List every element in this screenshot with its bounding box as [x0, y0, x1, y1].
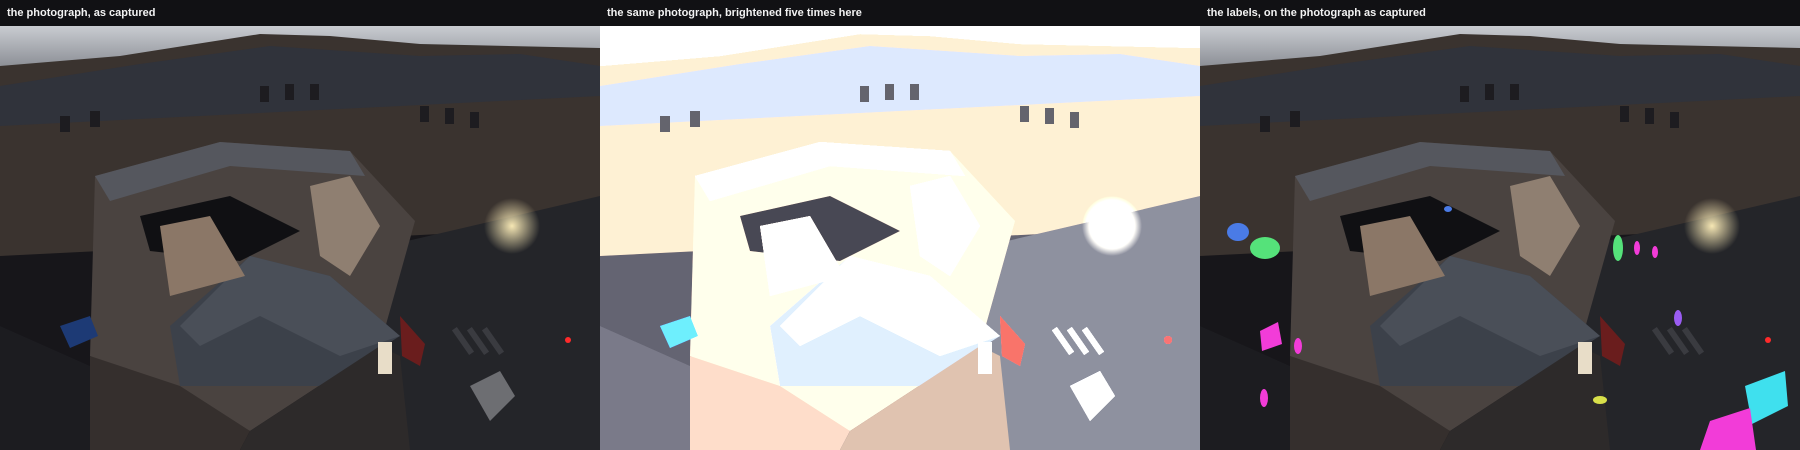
label-magenta-figure [1634, 241, 1640, 255]
city-scene [0, 26, 600, 450]
street-photograph-brightened [600, 26, 1200, 450]
panel-caption: the photograph, as captured [0, 0, 600, 26]
panel-captured: the photograph, as captured [0, 0, 600, 450]
label-blue-figure [1444, 206, 1452, 212]
label-yellow-figure [1593, 396, 1607, 404]
comparison-strip: the photograph, as captured the same pho… [0, 0, 1800, 450]
city-scene [1200, 26, 1800, 450]
panel-brightened: the same photograph, brightened five tim… [600, 0, 1200, 450]
panel-caption: the labels, on the photograph as capture… [1200, 0, 1800, 26]
city-scene [600, 26, 1200, 450]
street-photograph-labeled [1200, 26, 1800, 450]
label-magenta-figure [1652, 246, 1658, 258]
label-green-region [1250, 237, 1280, 259]
label-green-figure [1613, 235, 1623, 261]
label-magenta-figure [1294, 338, 1302, 354]
panel-caption: the same photograph, brightened five tim… [600, 0, 1200, 26]
street-photograph [0, 26, 600, 450]
label-magenta-figure [1260, 389, 1268, 407]
panel-labels: the labels, on the photograph as capture… [1200, 0, 1800, 450]
label-violet-figure [1674, 310, 1682, 326]
label-blue-region [1227, 223, 1249, 241]
